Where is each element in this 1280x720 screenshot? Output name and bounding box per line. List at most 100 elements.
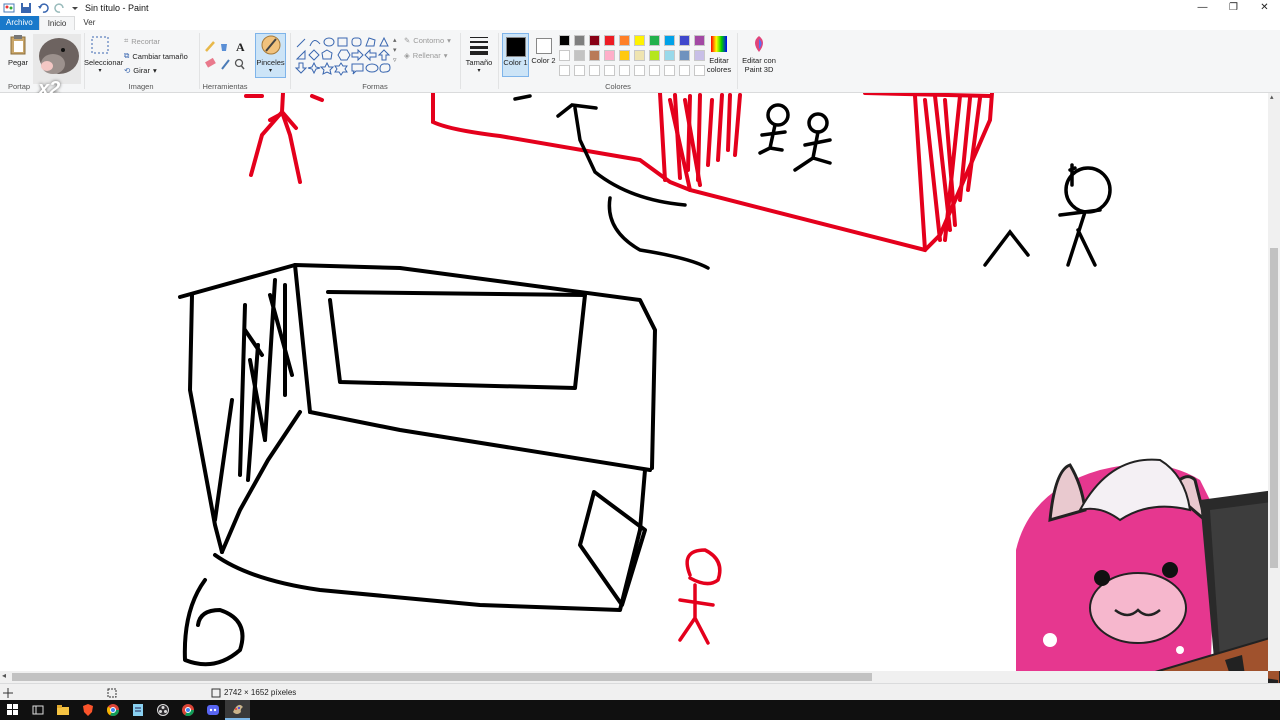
tab-view[interactable]: Ver — [75, 16, 103, 30]
chevron-down-icon: ▾ — [477, 68, 481, 74]
svg-text:A: A — [236, 40, 245, 54]
scroll-up-icon[interactable]: ▴ — [1270, 93, 1274, 101]
up-arrow-shape-icon — [377, 49, 391, 61]
task-view-icon[interactable] — [25, 700, 50, 720]
palette-swatch[interactable] — [649, 50, 660, 61]
separator — [737, 33, 738, 89]
resize-icon: ⧉ — [124, 51, 130, 60]
save-icon[interactable] — [20, 2, 32, 14]
color1-button[interactable]: Color 1 — [502, 33, 529, 77]
palette-swatch[interactable] — [619, 50, 630, 61]
resize-button[interactable]: ⧉ Cambiar tamaño — [124, 51, 188, 61]
tab-home[interactable]: Inicio — [38, 16, 76, 30]
paint-taskbar-icon[interactable] — [225, 700, 250, 720]
custom-color-slot[interactable] — [649, 65, 660, 76]
custom-color-slot[interactable] — [679, 65, 690, 76]
paste-button[interactable]: Pegar — [4, 34, 32, 67]
maximize-button[interactable]: ❐ — [1218, 0, 1249, 16]
paint-app-icon[interactable] — [3, 2, 15, 14]
triangle-shape-icon — [379, 36, 389, 47]
palette-swatch[interactable] — [634, 35, 645, 46]
scroll-left-icon[interactable]: ◂ — [2, 671, 6, 680]
customize-icon[interactable] — [71, 2, 79, 14]
fill-button[interactable]: ◈ Rellenar ▾ — [404, 51, 447, 60]
horizontal-scrollbar[interactable]: ◂ — [0, 671, 1268, 683]
custom-color-slot[interactable] — [589, 65, 600, 76]
shapes-group-label: Formas — [362, 82, 388, 91]
size-button[interactable]: Tamaño ▾ — [463, 34, 495, 76]
tab-file[interactable]: Archivo — [0, 16, 39, 30]
windows-start-icon[interactable] — [0, 700, 25, 720]
custom-color-slot[interactable] — [604, 65, 615, 76]
brushes-group[interactable]: Pinceles ▾ — [254, 30, 288, 92]
chrome-alt-icon[interactable] — [175, 700, 200, 720]
crop-button[interactable]: ⌗ Recortar — [124, 36, 160, 46]
obs-icon[interactable] — [150, 700, 175, 720]
palette-swatch[interactable] — [679, 50, 690, 61]
minimize-button[interactable]: — — [1187, 0, 1218, 16]
palette-swatch[interactable] — [649, 35, 660, 46]
fill-bucket-icon[interactable] — [221, 44, 227, 51]
vertical-scrollbar[interactable]: ▴ — [1268, 93, 1280, 671]
palette-swatch[interactable] — [589, 50, 600, 61]
palette-swatch[interactable] — [664, 50, 675, 61]
palette-swatch[interactable] — [634, 50, 645, 61]
title-bar: Sin título - Paint — ❐ ✕ — [0, 0, 1280, 16]
eraser-icon[interactable] — [205, 57, 216, 68]
text-icon[interactable]: A — [236, 40, 245, 54]
palette-swatch[interactable] — [574, 35, 585, 46]
palette-swatch[interactable] — [559, 50, 570, 61]
image-dimensions: 2742 × 1652 píxeles — [224, 688, 297, 697]
color2-button[interactable]: Color 2 — [531, 33, 556, 65]
notepad-icon[interactable] — [125, 700, 150, 720]
shapes-scroll[interactable]: ▴ ▾ ▿ — [393, 36, 397, 66]
clipboard-icon — [10, 35, 26, 55]
chrome-icon[interactable] — [100, 700, 125, 720]
red-stick-figure-small — [678, 548, 722, 645]
palette-swatch[interactable] — [664, 35, 675, 46]
color-picker-icon[interactable] — [221, 59, 230, 70]
undo-icon[interactable] — [37, 2, 49, 14]
file-explorer-icon[interactable] — [50, 700, 75, 720]
palette-swatch[interactable] — [679, 35, 690, 46]
magnifier-icon[interactable] — [234, 58, 245, 70]
paint3d-button[interactable]: Editar con Paint 3D — [739, 34, 779, 74]
window-title: Sin título - Paint — [85, 3, 149, 13]
palette-swatch[interactable] — [619, 35, 630, 46]
select-button[interactable]: Seleccionar ▾ — [84, 34, 123, 76]
outline-button[interactable]: ✎ Contorno ▾ — [404, 36, 451, 45]
palette-swatch[interactable] — [559, 35, 570, 46]
pencil-icon[interactable] — [205, 41, 215, 52]
brave-browser-icon[interactable] — [75, 700, 100, 720]
hexagon-shape-icon — [337, 49, 351, 61]
chevron-down-icon: ▾ — [98, 68, 102, 74]
palette-swatch[interactable] — [574, 50, 585, 61]
color2-swatch — [535, 38, 552, 54]
custom-color-slot[interactable] — [559, 65, 570, 76]
selection-size-icon — [107, 688, 117, 698]
six-point-star-shape-icon — [334, 62, 348, 76]
custom-color-slot[interactable] — [634, 65, 645, 76]
palette-swatch[interactable] — [589, 35, 600, 46]
redo-icon[interactable] — [54, 2, 66, 14]
brushes-button[interactable]: Pinceles ▾ — [255, 33, 286, 78]
custom-color-slot[interactable] — [574, 65, 585, 76]
close-button[interactable]: ✕ — [1249, 0, 1280, 16]
palette-swatch[interactable] — [604, 35, 615, 46]
chevron-down-icon: ▾ — [447, 36, 451, 45]
custom-color-slot[interactable] — [619, 65, 630, 76]
horizontal-scroll-thumb[interactable] — [12, 673, 872, 681]
custom-color-slot[interactable] — [664, 65, 675, 76]
palette-swatch[interactable] — [604, 50, 615, 61]
black-stick-figures-top — [513, 94, 1112, 270]
shapes-gallery[interactable] — [294, 36, 398, 78]
rotate-button[interactable]: ⟲ Girar ▾ — [124, 66, 157, 75]
tools-icons: A — [205, 40, 245, 70]
shapes-group: ▴ ▾ ▿ ✎ Contorno ▾ ◈ Rellenar ▾ Formas — [290, 30, 460, 92]
pink-cow-avatar — [1016, 458, 1280, 701]
vertical-scroll-thumb[interactable] — [1270, 248, 1278, 568]
edit-colors-button[interactable]: Editar colores — [703, 34, 735, 74]
size-group: Tamaño ▾ — [461, 30, 497, 92]
discord-icon[interactable] — [200, 700, 225, 720]
crop-label: Recortar — [131, 36, 160, 46]
